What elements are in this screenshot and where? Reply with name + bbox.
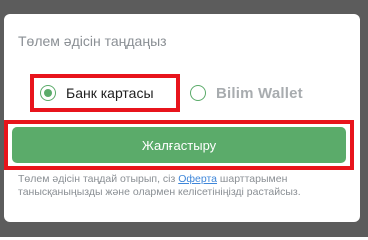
- continue-button[interactable]: Жалғастыру: [12, 127, 346, 163]
- payment-option-bank-card[interactable]: Банк картасы: [30, 74, 180, 112]
- bank-card-label: Банк картасы: [66, 85, 154, 101]
- offer-link[interactable]: Оферта: [178, 173, 217, 185]
- terms-text: Төлем әдісін таңдай отырып, сіз Оферта ш…: [18, 173, 348, 199]
- radio-unselected-icon[interactable]: [190, 85, 206, 101]
- radio-selected-icon[interactable]: [40, 85, 56, 101]
- bilim-wallet-logo: Bilim Wallet: [216, 84, 303, 102]
- payment-option-bilim-wallet[interactable]: Bilim Wallet: [190, 74, 330, 112]
- terms-text-before: Төлем әдісін таңдай отырып, сіз: [18, 173, 179, 185]
- modal-title: Төлем әдісін таңдаңыз: [18, 33, 167, 49]
